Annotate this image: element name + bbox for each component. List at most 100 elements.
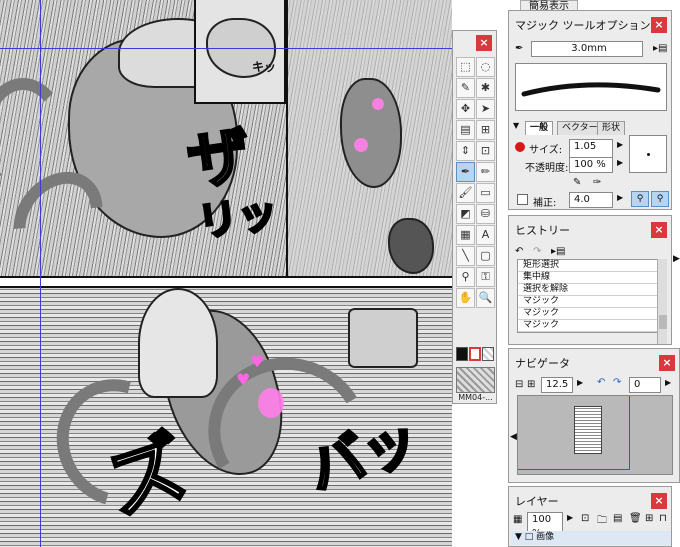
pencil-icon[interactable]: ✏ (476, 162, 495, 182)
app-window: ザ リッ キッ ♥ ♥ ズ バッ 簡易表示 × ⬚ ◌ ✎ ✱ ✥ ➤ ▤ ⊞ … (0, 0, 680, 547)
new-layer-icon[interactable]: ⊡ (581, 513, 589, 524)
fill-icon[interactable]: ◩ (456, 204, 475, 224)
lasso-icon[interactable]: ◌ (476, 57, 495, 77)
redo-icon[interactable]: ↷ (533, 246, 541, 257)
vector-alt-icon[interactable]: ✑ (593, 177, 601, 188)
vector-icon[interactable]: ✎ (573, 177, 581, 188)
censor-mark (258, 388, 284, 418)
wand-icon[interactable]: ✱ (476, 78, 495, 98)
history-menu-icon[interactable]: ▸▤ (551, 246, 565, 257)
stamp-icon[interactable]: ⚿ (476, 267, 495, 287)
panel-collapse-left-icon[interactable]: ◀ (510, 432, 517, 442)
page-thumbnail[interactable] (456, 367, 495, 393)
preset-size-field[interactable]: 3.0mm (531, 41, 643, 57)
sfx-za: ザ (182, 117, 257, 201)
eraser-icon[interactable]: ▭ (476, 183, 495, 203)
canvas-area[interactable]: ザ リッ キッ ♥ ♥ ズ バッ (0, 0, 452, 547)
close-icon[interactable]: × (476, 35, 492, 51)
trash-icon[interactable]: 🗑 (629, 513, 642, 524)
close-icon[interactable]: × (651, 17, 667, 33)
zoom-out-icon[interactable]: ⊟ (515, 379, 523, 390)
preset-menu-icon[interactable]: ▸▤ (653, 43, 667, 54)
history-item[interactable]: マジック (518, 320, 666, 332)
magic-tool-options-panel: マジック ツールオプション × ✒ 3.0mm ▸▤ ▼ 一般 ベクター 形状 … (508, 10, 672, 210)
navigator-preview[interactable] (517, 395, 673, 475)
rotation-field[interactable]: 0 (629, 377, 661, 393)
rect-icon[interactable]: ▢ (476, 246, 495, 266)
page-preview (574, 406, 602, 454)
panel-title: ヒストリー (515, 224, 570, 237)
marquee-rect-icon[interactable]: ⬚ (456, 57, 475, 77)
rotate-right-icon[interactable]: ↷ (613, 377, 621, 388)
frame-icon[interactable]: ▤ (456, 120, 475, 140)
close-icon[interactable]: × (651, 493, 667, 509)
opacity-label: 不透明度: (525, 163, 569, 174)
layer-move-icon[interactable]: ⇕ (456, 141, 475, 161)
rotation-arrow-icon[interactable]: ▶ (665, 378, 671, 387)
layer-grid-icon[interactable]: ▦ (513, 514, 522, 525)
thumbnail-label: MM04-... (458, 393, 493, 402)
navigator-panel: ナビゲータ × ⊟ ⊞ 12.5 ▶ ↶ ↷ 0 ▶ (508, 348, 680, 483)
history-item[interactable]: 選択を解除 (518, 284, 666, 296)
history-item[interactable]: 集中線 (518, 272, 666, 284)
history-item[interactable]: マジック (518, 296, 666, 308)
history-list: 矩形選択 集中線 選択を解除 マジック マジック マジック (517, 259, 667, 333)
zoom-icon[interactable]: 🔍 (476, 288, 495, 308)
main-color-swatch[interactable] (456, 347, 468, 361)
close-icon[interactable]: × (651, 222, 667, 238)
zoom-frame-icon[interactable]: ⊡ (476, 141, 495, 161)
gradient-icon[interactable]: ▦ (456, 225, 475, 245)
correction-field[interactable]: 4.0 (569, 192, 613, 208)
layer-menu-icon[interactable]: ⊞ (645, 513, 653, 524)
zoom-field[interactable]: 12.5 (541, 377, 573, 393)
eyedropper-icon[interactable]: ⚲ (456, 267, 475, 287)
bucket-icon[interactable]: ⛁ (476, 204, 495, 224)
undo-icon[interactable]: ↶ (515, 246, 523, 257)
snap-alt-icon[interactable]: ⚲ (651, 191, 669, 207)
magic-pen-icon[interactable]: ✒ (456, 162, 475, 182)
hand-icon[interactable]: ✋ (456, 288, 475, 308)
censor-mark (354, 138, 368, 152)
manga-panel-top-right (286, 0, 452, 278)
ruler-icon[interactable]: ⊞ (476, 120, 495, 140)
text-icon[interactable]: A (476, 225, 495, 245)
size-label: サイズ: (529, 145, 563, 156)
opacity-arrow-icon[interactable]: ▶ (617, 158, 623, 167)
layer-opacity-arrow-icon[interactable]: ▶ (567, 513, 573, 522)
tool-palette: × ⬚ ◌ ✎ ✱ ✥ ➤ ▤ ⊞ ⇕ ⊡ ✒ ✏ 🖌 ▭ ◩ ⛁ ▦ A ╲ ▢ ⚲ ⚿ ✋ 🔍 MM04-... (452, 30, 497, 404)
panel-title: マジック ツールオプション (515, 19, 651, 32)
move-icon[interactable]: ✥ (456, 99, 475, 119)
history-item[interactable]: マジック (518, 308, 666, 320)
collapse-icon[interactable]: ▼ (513, 121, 519, 130)
brush-icon[interactable]: 🖌 (456, 183, 475, 203)
collapse-icon[interactable]: ▼ □ (515, 532, 536, 542)
heart-mark: ♥ (250, 352, 265, 371)
transparent-color-swatch[interactable] (482, 347, 494, 361)
tab-general[interactable]: 一般 (525, 121, 554, 135)
rotate-left-icon[interactable]: ↶ (597, 377, 605, 388)
arrow-icon[interactable]: ➤ (476, 99, 495, 119)
correction-checkbox[interactable] (517, 194, 528, 205)
select-pen-icon[interactable]: ✎ (456, 78, 475, 98)
history-item[interactable]: 矩形選択 (518, 260, 666, 272)
sub-color-swatch[interactable] (469, 347, 481, 361)
sfx-ri: リッ (194, 188, 283, 248)
lock-icon[interactable]: ⊓ (659, 513, 667, 524)
history-scrollbar[interactable] (657, 259, 667, 344)
size-arrow-icon[interactable]: ▶ (617, 140, 623, 149)
snap-icon[interactable]: ⚲ (631, 191, 649, 207)
zoom-arrow-icon[interactable]: ▶ (577, 378, 583, 387)
tab-vector[interactable]: ベクター (557, 121, 603, 135)
line-icon[interactable]: ╲ (456, 246, 475, 266)
opacity-field[interactable]: 100 % (569, 157, 613, 173)
heart-mark: ♥ (236, 370, 251, 389)
layer-props-icon[interactable]: ▤ (613, 513, 622, 524)
scrollbar-thumb[interactable] (659, 315, 667, 329)
zoom-in-icon[interactable]: ⊞ (527, 379, 535, 390)
tab-shape[interactable]: 形状 (597, 121, 626, 135)
new-folder-icon[interactable]: 🗀 (597, 513, 607, 530)
panel-expand-arrow-icon[interactable]: ▶ (673, 254, 680, 264)
close-icon[interactable]: × (659, 355, 675, 371)
layer-row[interactable]: ▼ □ 画像 (511, 531, 671, 545)
correction-arrow-icon[interactable]: ▶ (617, 193, 623, 202)
